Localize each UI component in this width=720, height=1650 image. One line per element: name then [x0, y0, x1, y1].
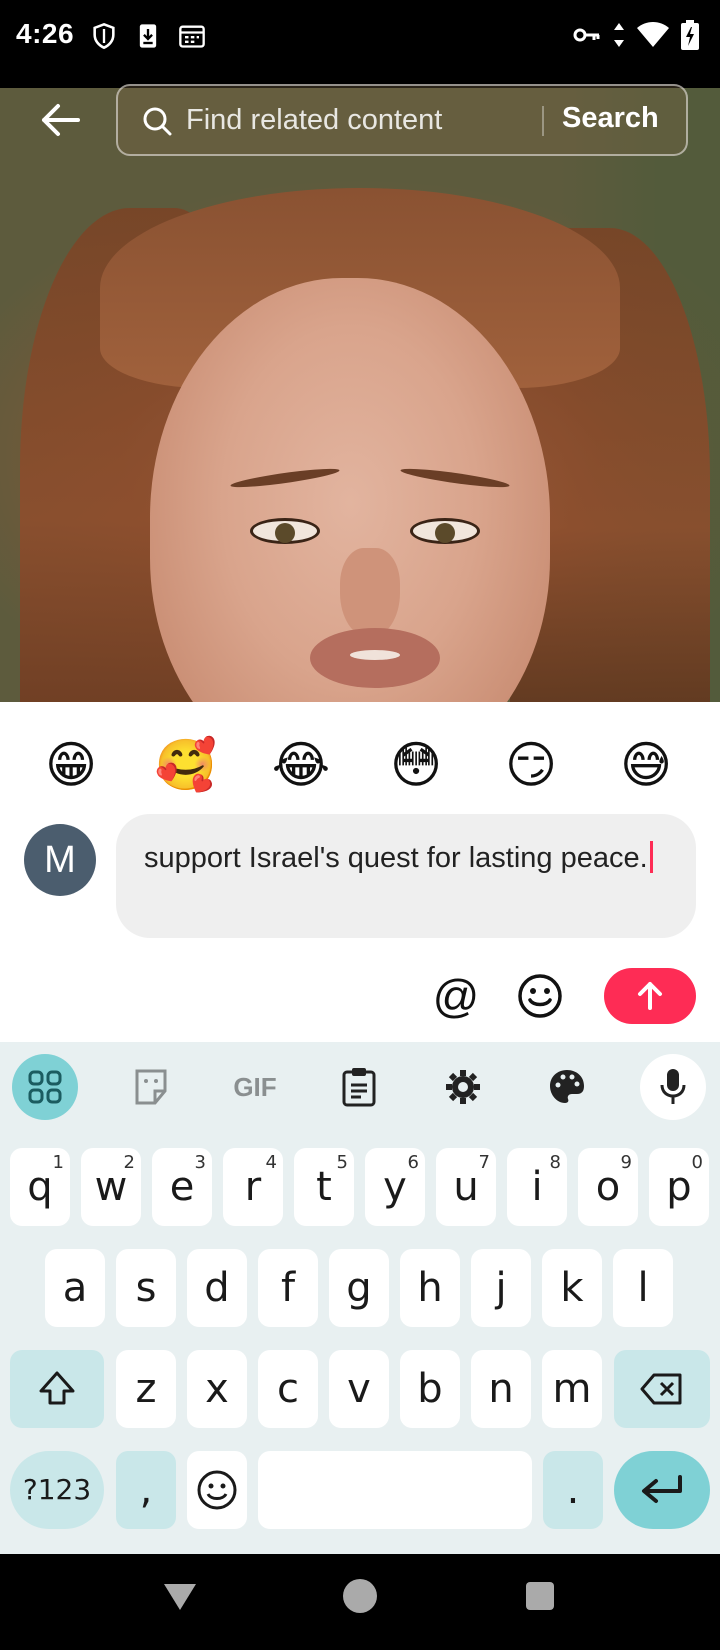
search-icon	[143, 107, 172, 136]
period-key[interactable]: .	[543, 1451, 603, 1529]
download-icon	[139, 24, 157, 48]
backspace-key[interactable]	[614, 1350, 710, 1428]
theme-button[interactable]	[534, 1054, 600, 1120]
arrow-up-icon	[638, 982, 662, 1010]
key-w[interactable]: w2	[81, 1148, 141, 1226]
symbols-key[interactable]: ?123	[10, 1451, 104, 1529]
sticker-icon	[135, 1069, 167, 1105]
gif-button[interactable]: GIF	[222, 1054, 288, 1120]
key-c[interactable]: c	[258, 1350, 318, 1428]
clipboard-button[interactable]	[326, 1054, 392, 1120]
quick-emoji-joy[interactable]: 😂	[266, 730, 336, 800]
enter-key[interactable]	[614, 1451, 710, 1529]
key-k[interactable]: k	[542, 1249, 602, 1327]
comma-key[interactable]: ,	[116, 1451, 176, 1529]
key-n[interactable]: n	[471, 1350, 531, 1428]
calendar-icon	[179, 25, 205, 48]
shield-icon	[93, 22, 115, 50]
quick-emoji-hearts[interactable]: 🥰	[151, 730, 221, 800]
key-i[interactable]: i8	[507, 1148, 567, 1226]
key-t[interactable]: t5	[294, 1148, 354, 1226]
key-u[interactable]: u7	[436, 1148, 496, 1226]
key-h[interactable]: h	[400, 1249, 460, 1327]
key-y[interactable]: y6	[365, 1148, 425, 1226]
key-a[interactable]: a	[45, 1249, 105, 1327]
key-r[interactable]: r4	[223, 1148, 283, 1226]
status-right-icons	[572, 20, 700, 50]
apps-grid-icon	[28, 1070, 62, 1104]
search-button[interactable]: Search	[562, 102, 659, 135]
enter-arrow-icon	[642, 1475, 682, 1503]
microphone-icon	[660, 1069, 686, 1104]
space-key[interactable]	[258, 1451, 532, 1529]
data-arrows-icon	[614, 23, 624, 47]
backspace-icon	[640, 1373, 682, 1405]
mention-button[interactable]: @	[432, 972, 480, 1020]
comment-text: support Israel's quest for lasting peace…	[144, 842, 648, 874]
navigation-bar	[0, 1554, 720, 1650]
sticker-button[interactable]	[118, 1054, 184, 1120]
quick-emoji-grin[interactable]: 😁	[36, 730, 106, 800]
search-input[interactable]: Find related content Search	[116, 84, 688, 156]
voice-input-button[interactable]	[640, 1054, 706, 1120]
emoji-picker-icon[interactable]	[516, 972, 564, 1020]
video-frame[interactable]	[0, 88, 720, 702]
settings-button[interactable]	[430, 1054, 496, 1120]
clipboard-icon	[342, 1068, 376, 1107]
status-bar: 4:26	[0, 0, 720, 88]
key-p[interactable]: p0	[649, 1148, 709, 1226]
smiley-icon	[197, 1470, 237, 1510]
quick-emoji-row: 😁 🥰 😂 😳 😏 😅	[0, 730, 720, 810]
key-f[interactable]: f	[258, 1249, 318, 1327]
key-x[interactable]: x	[187, 1350, 247, 1428]
key-d[interactable]: d	[187, 1249, 247, 1327]
back-triangle-icon[interactable]	[160, 1576, 200, 1616]
avatar: M	[24, 824, 96, 896]
shift-arrow-icon	[39, 1371, 75, 1405]
status-time: 4:26	[16, 18, 75, 49]
emoji-key[interactable]	[187, 1451, 247, 1529]
key-g[interactable]: g	[329, 1249, 389, 1327]
send-button[interactable]	[604, 968, 696, 1024]
key-v[interactable]: v	[329, 1350, 389, 1428]
quick-emoji-sweat-smile[interactable]: 😅	[611, 730, 681, 800]
key-s[interactable]: s	[116, 1249, 176, 1327]
comment-input[interactable]: support Israel's quest for lasting peace…	[116, 814, 696, 938]
text-cursor	[649, 841, 653, 873]
key-m[interactable]: m	[542, 1350, 602, 1428]
quick-emoji-flushed[interactable]: 😳	[381, 730, 451, 800]
search-placeholder: Find related content	[186, 104, 443, 136]
keyboard: GIF q1 w2 e3 r4 t5 y6 u7 i8 o9 p0 a s d …	[0, 1042, 720, 1554]
vpn-key-icon	[573, 28, 600, 42]
key-b[interactable]: b	[400, 1350, 460, 1428]
back-arrow-icon[interactable]	[38, 98, 82, 142]
key-l[interactable]: l	[613, 1249, 673, 1327]
palette-icon	[550, 1070, 584, 1103]
gear-icon	[446, 1070, 480, 1104]
recents-square-icon[interactable]	[520, 1576, 560, 1616]
key-e[interactable]: e3	[152, 1148, 212, 1226]
comment-panel: 😁 🥰 😂 😳 😏 😅 M support Israel's quest for…	[0, 702, 720, 1042]
key-j[interactable]: j	[471, 1249, 531, 1327]
key-o[interactable]: o9	[578, 1148, 638, 1226]
battery-icon	[681, 20, 699, 50]
home-circle-icon[interactable]	[340, 1576, 380, 1616]
wifi-icon	[637, 22, 669, 47]
quick-emoji-smirk[interactable]: 😏	[496, 730, 566, 800]
shift-key[interactable]	[10, 1350, 104, 1428]
keyboard-apps-button[interactable]	[12, 1054, 78, 1120]
key-q[interactable]: q1	[10, 1148, 70, 1226]
key-z[interactable]: z	[116, 1350, 176, 1428]
